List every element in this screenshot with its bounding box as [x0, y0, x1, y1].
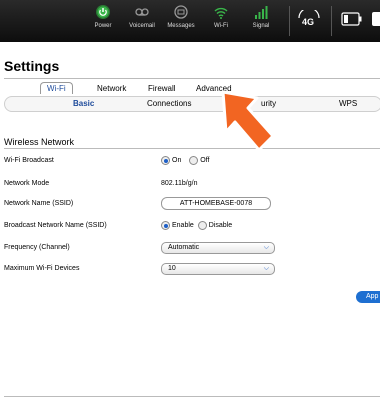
max-devices-label: Maximum Wi-Fi Devices — [4, 265, 80, 272]
sub-tabs: Basic Connections urity WPS — [4, 96, 380, 112]
pointer-arrow-icon — [221, 90, 275, 152]
tab-wifi[interactable]: Wi-Fi — [40, 82, 73, 94]
max-devices-value: 10 — [168, 265, 176, 272]
wifi-broadcast-off-option[interactable]: Off — [189, 156, 210, 165]
wifi-broadcast-on-option[interactable]: On — [161, 156, 182, 165]
broadcast-ssid-disable-label: Disable — [208, 222, 233, 230]
signal-label: Signal — [252, 23, 270, 29]
wifi-icon — [214, 7, 228, 19]
subtab-connections[interactable]: Connections — [147, 99, 191, 108]
broadcast-ssid-label: Broadcast Network Name (SSID) — [4, 222, 107, 229]
network-mode-value: 802.11b/g/n — [161, 180, 198, 187]
power-label: Power — [94, 23, 112, 29]
section-divider — [4, 148, 380, 149]
voicemail-label: Voicemail — [129, 23, 155, 29]
radio-off-icon — [189, 156, 199, 165]
subtab-wps[interactable]: WPS — [339, 99, 357, 108]
signal-icon — [255, 6, 268, 19]
messages-button[interactable]: Messages — [161, 4, 201, 29]
messages-icon — [174, 5, 188, 19]
topbar-divider — [331, 6, 332, 36]
max-devices-select[interactable]: 10 ⌵ — [161, 263, 275, 275]
broadcast-ssid-disable-option[interactable]: Disable — [197, 221, 233, 230]
wifi-broadcast-label: Wi-Fi Broadcast — [4, 157, 54, 164]
topbar-divider — [289, 6, 290, 36]
apply-button[interactable]: App — [356, 291, 380, 303]
frequency-label: Frequency (Channel) — [4, 244, 70, 251]
subtab-basic[interactable]: Basic — [73, 99, 94, 108]
radio-disable-icon — [197, 221, 207, 230]
power-button[interactable]: Power — [83, 4, 123, 29]
section-title: Wireless Network — [4, 137, 75, 147]
radio-enable-icon — [161, 221, 170, 230]
ssid-input[interactable]: ATT-HOMEBASE-0078 — [161, 197, 271, 210]
extra-icon — [372, 12, 380, 26]
voicemail-button[interactable]: Voicemail — [122, 4, 162, 29]
network-badge: 4G — [297, 7, 321, 30]
tab-network[interactable]: Network — [97, 84, 126, 93]
voicemail-icon — [135, 8, 149, 16]
wifi-broadcast-on-label: On — [172, 157, 182, 165]
radio-on-icon — [161, 156, 170, 165]
broadcast-ssid-enable-label: Enable — [172, 222, 194, 230]
wifi-broadcast-off-label: Off — [200, 157, 210, 165]
wifi-broadcast-radios: On Off — [161, 156, 210, 165]
main-tabs: Wi-Fi Network Firewall Advanced — [0, 82, 380, 96]
broadcast-ssid-radios: Enable Disable — [161, 221, 232, 230]
frequency-select[interactable]: Automatic ⌵ — [161, 242, 275, 254]
page-title: Settings — [4, 58, 60, 74]
network-type-label: 4G — [302, 17, 315, 27]
messages-label: Messages — [167, 23, 195, 29]
battery-icon — [341, 12, 362, 26]
power-icon — [96, 5, 110, 19]
tab-firewall[interactable]: Firewall — [148, 84, 176, 93]
wifi-button[interactable]: Wi-Fi — [201, 4, 241, 29]
signal-button[interactable]: Signal — [241, 4, 281, 29]
chevron-down-icon: ⌵ — [263, 244, 269, 251]
status-bar: Power Voicemail Messages Wi-Fi Signal 4G — [0, 0, 380, 42]
frequency-value: Automatic — [168, 244, 200, 251]
ssid-label: Network Name (SSID) — [4, 200, 74, 207]
wifi-label: Wi-Fi — [214, 23, 228, 29]
broadcast-ssid-enable-option[interactable]: Enable — [161, 221, 194, 230]
bottom-divider — [4, 396, 380, 397]
chevron-down-icon: ⌵ — [263, 265, 269, 272]
network-mode-label: Network Mode — [4, 180, 50, 187]
title-divider — [4, 78, 380, 79]
